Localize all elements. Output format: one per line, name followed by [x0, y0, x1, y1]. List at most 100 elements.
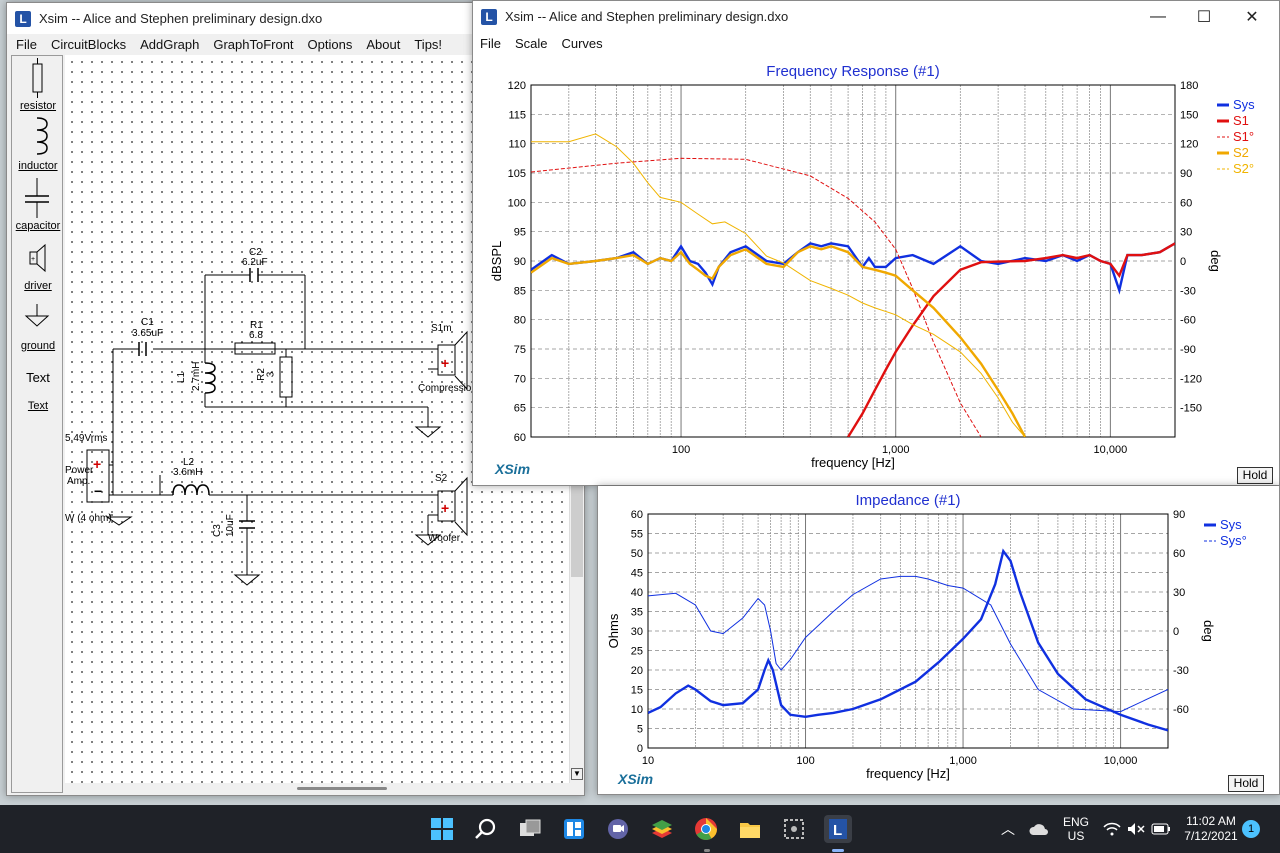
- onedrive-cloud-icon[interactable]: [1028, 805, 1050, 853]
- y2-tick-label: 90: [1173, 509, 1185, 521]
- y2-tick-label: 90: [1180, 168, 1192, 180]
- x-axis-label: frequency [Hz]: [866, 766, 950, 781]
- palette-driver[interactable]: driver: [12, 280, 64, 292]
- xsim-icon[interactable]: L: [824, 815, 852, 843]
- task-view-icon[interactable]: [516, 815, 544, 843]
- stack-app-icon[interactable]: [648, 815, 676, 843]
- y2-tick-label: -60: [1180, 315, 1196, 327]
- y2-tick-label: 180: [1180, 80, 1198, 92]
- windows-start-icon[interactable]: [428, 815, 456, 843]
- x-tick-label: 10,000: [1104, 755, 1138, 767]
- teams-chat-icon[interactable]: [604, 815, 632, 843]
- menu-tips[interactable]: Tips!: [407, 37, 449, 52]
- close-icon[interactable]: ✕: [1229, 1, 1275, 32]
- file-explorer-icon[interactable]: [736, 815, 764, 843]
- series-line-0: [648, 548, 1168, 732]
- y-tick-label: 30: [631, 626, 643, 638]
- battery-icon[interactable]: [1150, 805, 1172, 853]
- x-axis-label: frequency [Hz]: [811, 455, 895, 470]
- menu-addgraph[interactable]: AddGraph: [133, 37, 206, 52]
- language-indicator[interactable]: ENG US: [1060, 805, 1092, 853]
- amp-voltage: 5.49Vrms: [65, 433, 108, 444]
- series-line-1: [648, 575, 1168, 713]
- palette-text-plain[interactable]: Text: [12, 370, 64, 385]
- l1-name: L1: [176, 371, 188, 384]
- snipping-icon[interactable]: [780, 815, 808, 843]
- clock[interactable]: 11:02 AM 7/12/2021: [1178, 805, 1244, 853]
- notification-badge[interactable]: 1: [1242, 820, 1260, 838]
- legend-entry: Sys: [1233, 97, 1255, 112]
- chrome-icon[interactable]: [692, 815, 720, 843]
- series-group: [531, 133, 1175, 437]
- y-tick-label: 70: [514, 373, 526, 385]
- y-tick-label: 80: [514, 315, 526, 327]
- y-tick-label: 85: [514, 285, 526, 297]
- horizontal-scroll-thumb[interactable]: [297, 787, 387, 790]
- lang-primary: ENG: [1062, 815, 1089, 829]
- svg-text:+: +: [93, 456, 101, 472]
- freq-window-title: Xsim -- Alice and Stephen preliminary de…: [505, 9, 789, 24]
- y-tick-label: 105: [508, 168, 526, 180]
- palette-resistor[interactable]: resistor: [12, 100, 64, 112]
- minimize-icon[interactable]: —: [1135, 1, 1181, 32]
- x-tick-label: 100: [796, 755, 814, 767]
- svg-text:+: +: [441, 355, 449, 371]
- clock-time: 11:02 AM: [1186, 814, 1236, 828]
- palette-ground[interactable]: ground: [12, 340, 64, 352]
- y-tick-label: 35: [631, 607, 643, 619]
- hold-button[interactable]: Hold: [1228, 775, 1264, 792]
- freq-menu-file[interactable]: File: [473, 36, 508, 51]
- y-tick-label: 65: [514, 403, 526, 415]
- scroll-down-icon[interactable]: ▼: [571, 768, 583, 780]
- maximize-icon[interactable]: ☐: [1181, 1, 1227, 32]
- clock-date: 7/12/2021: [1184, 829, 1238, 843]
- c1-name: C1: [141, 317, 154, 328]
- y-tick-label: 15: [631, 685, 643, 697]
- y2-tick-label: 30: [1180, 227, 1192, 239]
- x-tick-label: 100: [672, 444, 690, 456]
- menu-file[interactable]: File: [9, 37, 44, 52]
- menu-circuitblocks[interactable]: CircuitBlocks: [44, 37, 133, 52]
- menu-options[interactable]: Options: [301, 37, 360, 52]
- lang-secondary: US: [1067, 829, 1085, 843]
- volume-muted-icon[interactable]: [1126, 805, 1146, 853]
- ground-icon: [24, 304, 50, 327]
- y-tick-label: 5: [637, 724, 643, 736]
- chart-title: Frequency Response (#1): [766, 63, 939, 80]
- widgets-icon[interactable]: [560, 815, 588, 843]
- y2-tick-label: -150: [1180, 403, 1202, 415]
- chevron-up-icon[interactable]: ︿: [998, 805, 1018, 853]
- freq-menu-scale[interactable]: Scale: [508, 36, 555, 51]
- search-icon[interactable]: [472, 815, 500, 843]
- y-tick-label: 60: [514, 432, 526, 444]
- palette-capacitor[interactable]: capacitor: [12, 220, 64, 232]
- y-tick-label: 20: [631, 665, 643, 677]
- horizontal-scrollbar[interactable]: [65, 783, 569, 795]
- hold-button[interactable]: Hold: [1237, 467, 1273, 484]
- legend-entry: Sys°: [1220, 533, 1247, 548]
- y-tick-label: 0: [637, 743, 643, 755]
- amp-label-power: Power: [65, 465, 94, 476]
- series-line-0: [531, 242, 1175, 295]
- chart-title: Impedance (#1): [855, 492, 960, 509]
- y2-axis-label: deg: [1201, 620, 1216, 642]
- legend-entry: S2: [1233, 145, 1249, 160]
- l1-value: 2.7mH: [191, 361, 202, 391]
- freq-menu-curves[interactable]: Curves: [554, 36, 609, 51]
- y-tick-label: 100: [508, 197, 526, 209]
- menu-about[interactable]: About: [359, 37, 407, 52]
- palette-text[interactable]: Text: [12, 400, 64, 412]
- series-line-3: [531, 245, 1027, 437]
- y2-tick-label: 30: [1173, 587, 1185, 599]
- window-title: Xsim -- Alice and Stephen preliminary de…: [39, 11, 323, 26]
- active-app-indicator: [832, 849, 844, 852]
- palette-inductor[interactable]: inductor: [12, 160, 64, 172]
- frequency-response-window: L Xsim -- Alice and Stephen preliminary …: [472, 0, 1280, 486]
- svg-text:+: +: [31, 256, 35, 263]
- legend-entry: S1: [1233, 113, 1249, 128]
- menu-graphtofront[interactable]: GraphToFront: [206, 37, 300, 52]
- xsim-logo: XSim: [618, 771, 654, 787]
- y-tick-label: 110: [508, 139, 526, 151]
- y-tick-label: 55: [631, 529, 643, 541]
- wifi-icon[interactable]: [1102, 805, 1122, 853]
